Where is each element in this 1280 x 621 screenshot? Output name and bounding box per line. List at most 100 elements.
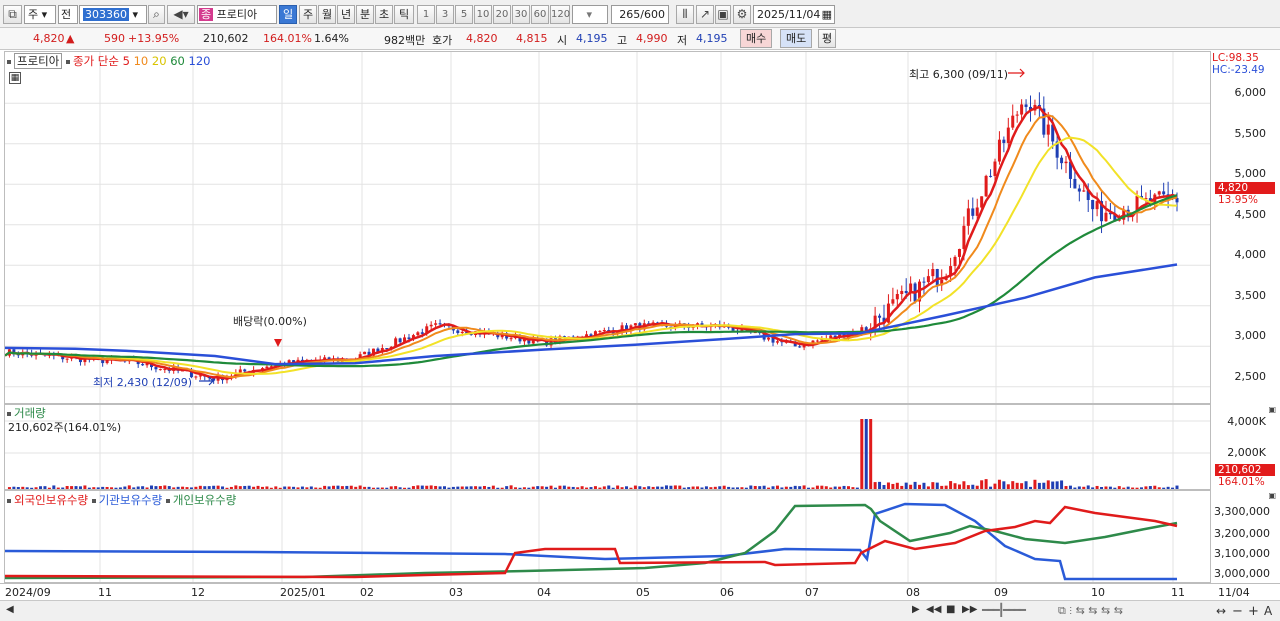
candle-body xyxy=(154,367,158,370)
speaker-icon[interactable]: ◀▾ xyxy=(167,5,195,24)
volume-bar xyxy=(687,487,691,489)
rewind-icon[interactable]: ◀◀ xyxy=(926,604,941,615)
stock-name-field[interactable]: 종 프로티아 xyxy=(197,5,277,24)
zoom-in-icon[interactable]: + xyxy=(1248,604,1259,619)
candle-body xyxy=(363,351,367,355)
volume-bar xyxy=(1126,486,1130,489)
candle-body xyxy=(598,330,602,332)
volume-bar xyxy=(886,482,890,489)
volume-bar xyxy=(531,486,535,489)
volume-bar xyxy=(669,485,673,489)
volume-bar xyxy=(132,487,136,489)
volume-bar xyxy=(283,486,287,489)
volume-bar xyxy=(815,485,819,489)
volume-bar xyxy=(1162,487,1166,489)
candle-body xyxy=(438,323,442,325)
legend-stock-name[interactable]: 프로티아 xyxy=(14,53,63,69)
volume-bar xyxy=(562,485,566,489)
volume-pane[interactable]: 거래량 210,602주(164.01%) xyxy=(4,404,1211,490)
volume-bar xyxy=(52,485,56,489)
candle-body xyxy=(815,340,819,342)
interval-3-button[interactable]: 3 xyxy=(436,5,454,24)
volume-bar xyxy=(234,485,238,489)
period-tick-button[interactable]: 틱 xyxy=(394,5,414,24)
volume-bar xyxy=(1166,486,1170,489)
volume-bar xyxy=(957,484,961,489)
price-tick-4500: 4,500 xyxy=(1234,208,1267,221)
stock-code-input[interactable]: 303360 ▾ xyxy=(79,5,147,24)
scroll-right-icon[interactable]: ▶ xyxy=(912,604,920,615)
pane-maximize-icon[interactable]: ▣ xyxy=(1268,491,1276,500)
candle-body xyxy=(238,369,242,373)
volume-bar xyxy=(47,487,51,489)
interval-20-button[interactable]: 20 xyxy=(493,5,511,24)
view-tools-icon[interactable]: ⧉ ⫶ ⇆ ⇆ ⇆ ⇆ xyxy=(1058,604,1123,618)
candle-type-icon[interactable]: ⫴ xyxy=(676,5,694,24)
volume-bar xyxy=(420,485,424,489)
interval-60-button[interactable]: 60 xyxy=(531,5,549,24)
period-minute-button[interactable]: 분 xyxy=(356,5,374,24)
table-icon[interactable]: ▦ xyxy=(9,72,21,84)
sell-button[interactable]: 매도 xyxy=(780,29,813,48)
volume-title: 거래량 xyxy=(14,406,46,420)
font-size-icon[interactable]: A xyxy=(1264,604,1272,618)
candle-body xyxy=(141,364,145,366)
scroll-bar[interactable]: ◀ ▶ ◀◀ ■ ▶▶ ━━━┃━━━━ ⧉ ⫶ ⇆ ⇆ ⇆ ⇆ ↔ − + A xyxy=(0,600,1280,621)
window-menu-icon[interactable]: ⧉ xyxy=(3,5,22,24)
volume-bar xyxy=(771,486,775,489)
volume-bar xyxy=(931,482,935,489)
volume-bar xyxy=(864,419,868,489)
zoom-slider[interactable]: ━━━┃━━━━ xyxy=(982,603,1026,617)
zoom-out-icon[interactable]: − xyxy=(1232,604,1243,619)
volume-bar xyxy=(176,486,180,489)
stop-icon[interactable]: ■ xyxy=(946,604,955,615)
period-day-button[interactable]: 일 xyxy=(279,5,297,24)
bar-count-input[interactable]: 265/600 xyxy=(611,5,669,24)
volume-bar xyxy=(971,484,975,489)
volume-bar xyxy=(664,485,668,489)
volume-bar xyxy=(451,486,455,489)
period-month-button[interactable]: 월 xyxy=(318,5,336,24)
holdings-pane[interactable]: 외국인보유수량 기관보유수량 개인보유수량 xyxy=(4,490,1211,583)
period-second-button[interactable]: 초 xyxy=(375,5,393,24)
interval-custom-select[interactable]: ▾ xyxy=(572,5,608,24)
period-week-button[interactable]: 주 xyxy=(299,5,317,24)
volume-bar xyxy=(376,487,380,489)
interval-120-button[interactable]: 120 xyxy=(550,5,570,24)
price-pane[interactable]: 프로티아 종가 단순 5 10 20 60 120 ▦ 최고 6,300 (09… xyxy=(4,51,1211,404)
volume-bar xyxy=(300,486,304,489)
volume-bar xyxy=(576,487,580,489)
candle-body xyxy=(997,139,1001,162)
scroll-left-icon[interactable]: ◀ xyxy=(6,604,14,615)
interval-10-button[interactable]: 10 xyxy=(474,5,492,24)
calendar-icon[interactable]: ▦ xyxy=(822,6,832,23)
eval-button[interactable]: 평 xyxy=(818,29,837,48)
x-tick: 08 xyxy=(906,586,920,599)
pane-maximize-icon[interactable]: ▣ xyxy=(1268,405,1276,414)
volume-bar xyxy=(660,486,664,489)
buy-button[interactable]: 매수 xyxy=(740,29,773,48)
date-input[interactable]: 2025/11/04 ▦ xyxy=(753,5,835,24)
prev-button[interactable]: 전 xyxy=(58,5,78,24)
volume-bar xyxy=(332,485,336,489)
interval-5-button[interactable]: 5 xyxy=(455,5,473,24)
gear-icon[interactable]: ⚙ xyxy=(733,5,751,24)
volume-bar xyxy=(855,487,859,489)
volume-bar xyxy=(1033,479,1037,489)
interval-1-button[interactable]: 1 xyxy=(417,5,435,24)
candle-body xyxy=(971,208,975,216)
indicator-icon[interactable]: ↗ xyxy=(696,5,714,24)
interval-30-button[interactable]: 30 xyxy=(512,5,530,24)
search-icon[interactable]: ⌕ xyxy=(148,5,165,24)
volume-bar xyxy=(820,485,824,489)
market-select[interactable]: 주 ▾ xyxy=(24,5,56,24)
period-year-button[interactable]: 년 xyxy=(337,5,355,24)
volume-bar xyxy=(607,485,611,489)
fast-forward-icon[interactable]: ▶▶ xyxy=(962,604,977,615)
save-icon[interactable]: ▣ xyxy=(715,5,731,24)
volume-bar xyxy=(598,487,602,489)
volume-bar xyxy=(611,487,615,489)
volume-bar xyxy=(145,487,149,489)
candle-body xyxy=(434,323,438,325)
zoom-fit-icon[interactable]: ↔ xyxy=(1216,604,1226,618)
